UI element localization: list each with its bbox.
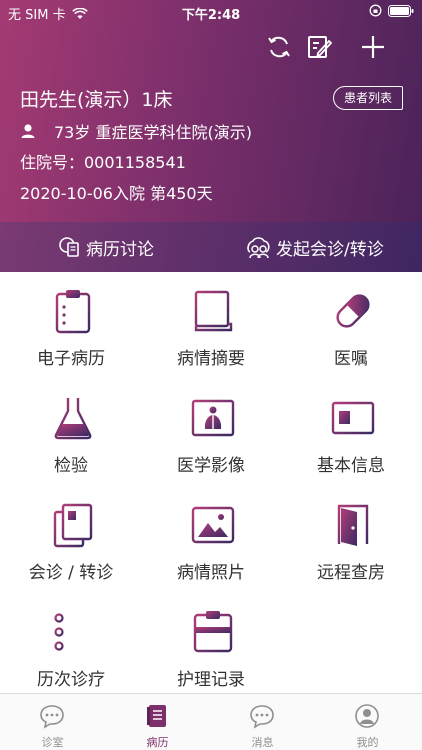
refresh-icon[interactable] [264, 32, 294, 62]
grid-item-lab[interactable]: 检验 [1, 379, 141, 485]
admission-date: 2020-10-06入院 第450天 [20, 184, 213, 203]
grid-item-label: 会诊 / 转诊 [28, 563, 114, 583]
tab-label: 病历 [146, 736, 169, 749]
person-icon [21, 124, 35, 138]
clipboard-icon [55, 290, 91, 334]
flask-icon [54, 396, 92, 440]
grid-item-basic-info[interactable]: 基本信息 [281, 379, 421, 485]
edit-icon[interactable] [304, 32, 334, 62]
tab-messages[interactable]: 消息 [210, 694, 315, 750]
bottom-tab-bar: 诊室 病历 消息 我的 [0, 693, 422, 750]
chat-bubble-icon [40, 705, 64, 729]
grid-item-label: 历次诊疗 [37, 670, 105, 690]
nursing-clipboard-icon [193, 611, 233, 653]
tab-clinic[interactable]: 诊室 [0, 694, 105, 750]
grid-item-summary[interactable]: 病情摘要 [141, 272, 281, 378]
group-consult-icon [247, 237, 270, 259]
grid-item-label: 远程查房 [317, 563, 385, 583]
patient-name: 田先生(演示）1床 [20, 89, 173, 111]
tab-label: 消息 [251, 736, 274, 749]
id-card-icon [331, 401, 375, 435]
pill-icon [336, 294, 370, 328]
grid-item-label: 病情摘要 [177, 349, 245, 369]
patient-header: 无 SIM 卡 下午2:48 田先生(演示）1床 患者列表 73岁 重症医学科住… [0, 0, 422, 222]
xray-icon [191, 399, 235, 437]
grid-item-label: 医嘱 [334, 349, 368, 369]
age-hospital-text: 73岁 重症医学科住院(演示) [54, 123, 252, 142]
grid-item-label: 病情照片 [177, 563, 245, 583]
rotation-lock-icon [369, 4, 382, 17]
message-icon [250, 705, 274, 729]
grid-item-label: 医学影像 [177, 456, 245, 476]
action-bar: 病历讨论 发起会诊/转诊 [0, 222, 422, 272]
document-scroll-icon [194, 290, 233, 332]
discussion-icon [59, 237, 79, 257]
stacked-docs-icon [53, 503, 93, 548]
grid-item-photos[interactable]: 病情照片 [141, 486, 281, 592]
grid-item-history[interactable]: 历次诊疗 [1, 593, 141, 699]
grid-item-orders[interactable]: 医嘱 [281, 272, 421, 378]
start-consultation-label: 发起会诊/转诊 [276, 239, 384, 260]
add-icon[interactable] [358, 32, 388, 62]
status-bar: 无 SIM 卡 下午2:48 [0, 0, 422, 24]
profile-icon [355, 704, 379, 728]
grid-item-label: 基本信息 [317, 456, 385, 476]
grid-item-imaging[interactable]: 医学影像 [141, 379, 281, 485]
case-discussion-label: 病历讨论 [86, 239, 154, 260]
tab-profile[interactable]: 我的 [315, 694, 420, 750]
start-consultation-button[interactable]: 发起会诊/转诊 [246, 222, 384, 272]
patient-list-button[interactable]: 患者列表 [333, 86, 403, 110]
tab-label: 我的 [356, 736, 379, 749]
grid-item-label: 检验 [54, 456, 88, 476]
grid-item-emr[interactable]: 电子病历 [1, 272, 141, 378]
battery-icon [388, 4, 414, 17]
timeline-list-icon [54, 613, 89, 651]
admission-number: 住院号：0001158541 [20, 153, 186, 172]
record-book-icon [147, 705, 166, 727]
photo-icon [191, 506, 235, 544]
grid-item-label: 电子病历 [37, 349, 105, 369]
tab-records[interactable]: 病历 [105, 694, 210, 750]
case-discussion-button[interactable]: 病历讨论 [58, 222, 154, 272]
tab-label: 诊室 [41, 736, 64, 749]
status-time: 下午2:48 [181, 8, 241, 23]
grid-item-remote-rounds[interactable]: 远程查房 [281, 486, 421, 592]
door-icon [337, 504, 369, 546]
grid-item-nursing[interactable]: 护理记录 [141, 593, 281, 699]
patient-age-row: 73岁 重症医学科住院(演示) [20, 119, 252, 143]
grid-item-label: 护理记录 [177, 670, 245, 690]
grid-item-consultation[interactable]: 会诊 / 转诊 [1, 486, 141, 592]
